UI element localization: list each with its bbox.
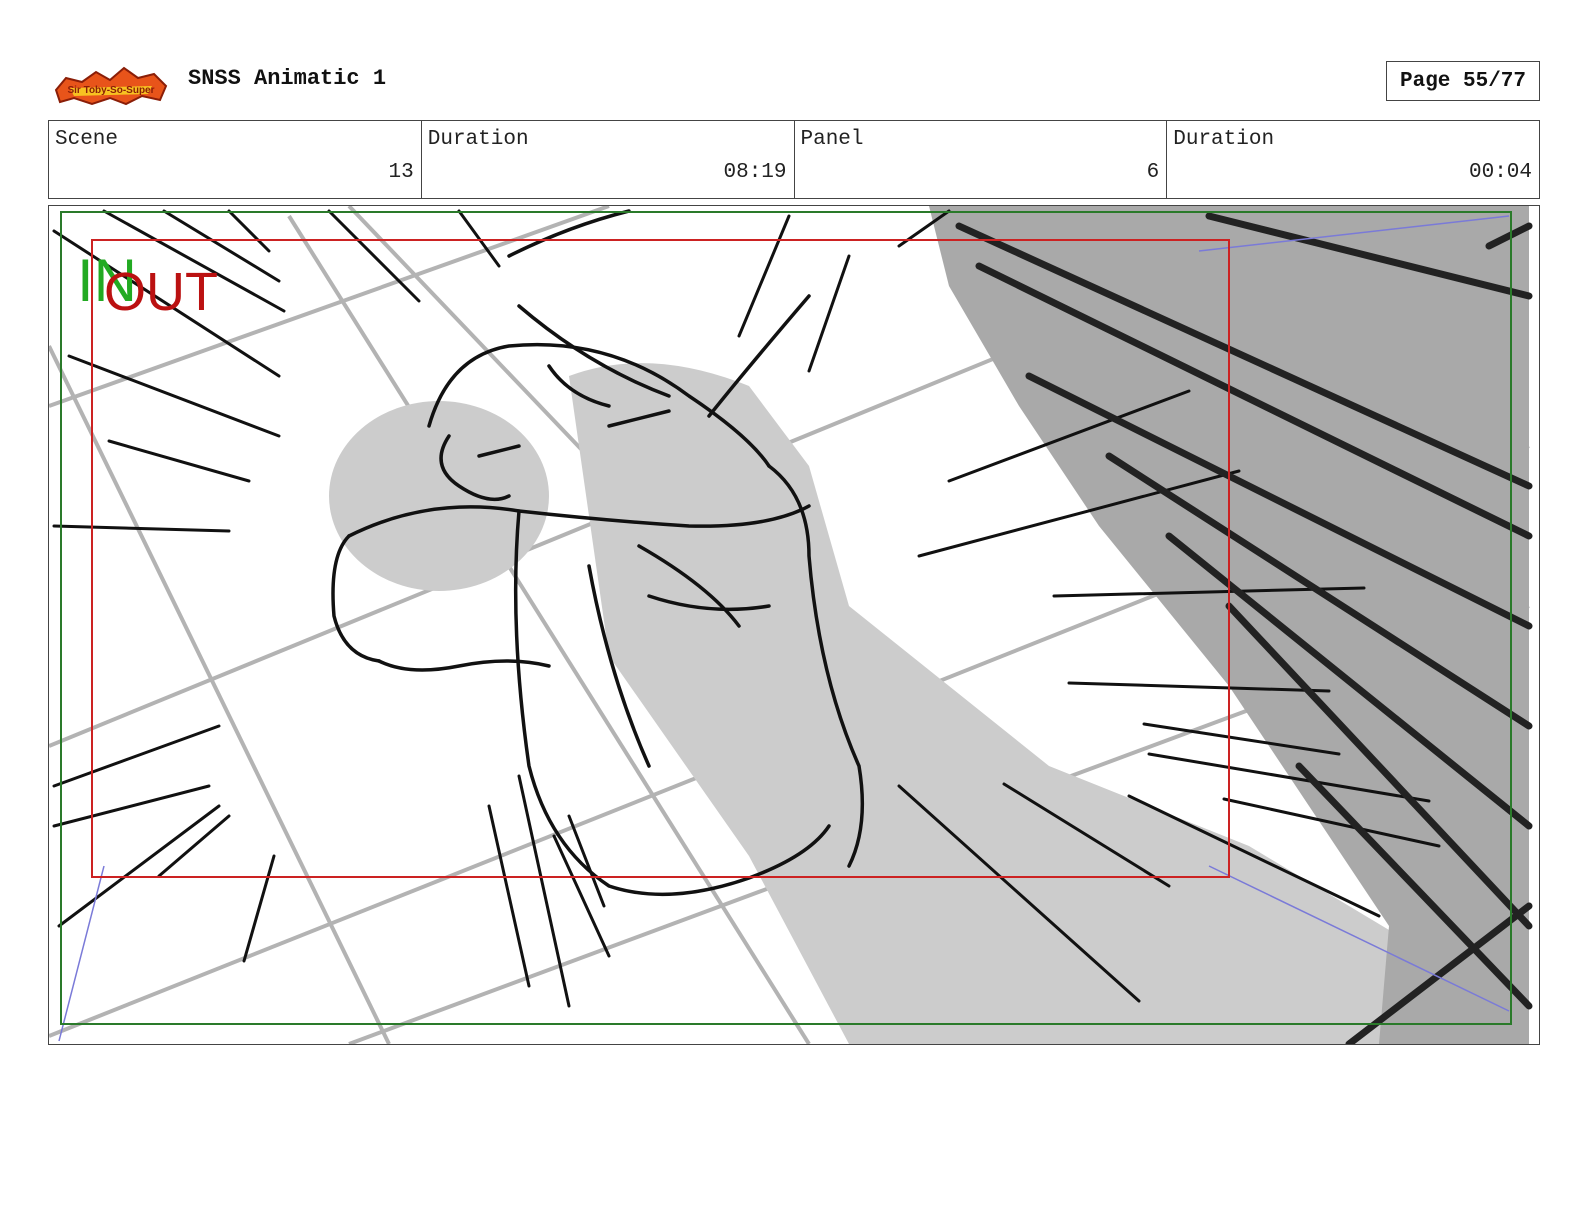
logo-text: Sir Toby-So-Super (67, 85, 154, 96)
panel-duration-label: Duration (1173, 128, 1275, 151)
storyboard-frame: IN OUT (48, 205, 1540, 1045)
scene-label: Scene (55, 128, 119, 151)
scene-value: 13 (388, 161, 414, 184)
panel-cell: Panel 6 (795, 121, 1168, 198)
page-indicator: Page 55/77 (1386, 61, 1540, 101)
scene-duration-label: Duration (427, 128, 529, 151)
panel-value: 6 (1146, 161, 1160, 184)
scene-duration-cell: Duration 08:19 (422, 121, 795, 198)
panel-drawing: IN OUT (49, 206, 1533, 1044)
panel-duration-value: 00:04 (1468, 161, 1532, 184)
scene-info-table: Scene 13 Duration 08:19 Panel 6 Duration… (48, 120, 1540, 199)
scene-cell: Scene 13 (49, 121, 422, 198)
panel-duration-cell: Duration 00:04 (1167, 121, 1539, 198)
panel-label: Panel (800, 128, 864, 151)
project-title: SNSS Animatic 1 (188, 66, 387, 91)
logo: Sir Toby-So-Super (52, 60, 170, 106)
logo-graphic: Sir Toby-So-Super (54, 66, 168, 106)
scene-duration-value: 08:19 (723, 161, 787, 184)
out-label: OUT (104, 262, 218, 322)
